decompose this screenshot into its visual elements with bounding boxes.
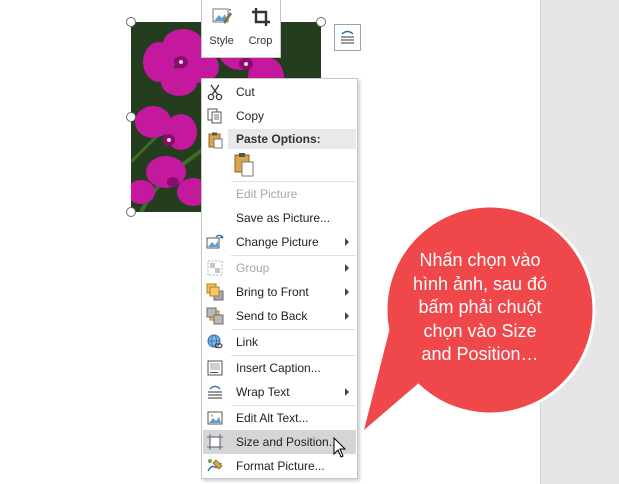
format-picture-icon [207, 459, 223, 472]
menu-item-label: Change Picture [236, 235, 319, 249]
callout-line: Nhấn chọn vào [419, 250, 541, 270]
menu-item-label: Send to Back [236, 309, 308, 323]
menu-item-change-picture[interactable]: Change Picture [203, 230, 356, 254]
resize-handle-left[interactable] [126, 112, 136, 122]
resize-handle-top-left[interactable] [126, 17, 136, 27]
paste-options-header: Paste Options: [228, 129, 356, 149]
change-picture-icon [206, 234, 224, 249]
submenu-arrow-icon [345, 388, 349, 396]
link-icon [207, 334, 223, 349]
insert-caption-icon [207, 360, 223, 376]
menu-item-edit-alt-text[interactable]: Edit Alt Text... [203, 406, 356, 430]
crop-label: Crop [248, 35, 273, 47]
bring-to-front-icon [206, 283, 224, 301]
menu-item-label: Format Picture... [236, 459, 325, 473]
style-label: Style [209, 35, 234, 47]
submenu-arrow-icon [345, 288, 349, 296]
paste-options-label: Paste Options: [236, 132, 321, 146]
menu-item-label: Size and Position... [236, 435, 339, 449]
callout-line: chọn vào Size [423, 320, 537, 341]
menu-item-send-to-back[interactable]: Send to Back [203, 304, 356, 328]
wrap-text-icon [208, 385, 222, 399]
menu-item-label: Save as Picture... [236, 211, 331, 225]
menu-item-cut[interactable]: Cut [203, 80, 356, 104]
context-menu: Cut Copy Paste Options: Edit Picture Sav… [201, 78, 358, 479]
size-and-position-icon [207, 434, 223, 450]
menu-item-label: Link [236, 335, 259, 349]
callout-line: and Position… [421, 344, 539, 364]
menu-item-label: Wrap Text [236, 385, 290, 399]
menu-item-label: Bring to Front [236, 285, 309, 299]
crop-button[interactable]: Crop [241, 0, 280, 57]
menu-item-label: Cut [236, 85, 255, 99]
submenu-arrow-icon [345, 264, 349, 272]
style-button[interactable]: Style [202, 0, 241, 57]
menu-item-copy[interactable]: Copy [203, 104, 356, 128]
menu-item-label: Group [236, 261, 270, 275]
group-icon [207, 260, 223, 276]
menu-item-label: Edit Alt Text... [236, 411, 309, 425]
menu-item-group: Group [203, 256, 356, 280]
picture-style-icon [212, 8, 232, 24]
menu-item-wrap-text[interactable]: Wrap Text [203, 380, 356, 404]
menu-item-label: Copy [236, 109, 265, 123]
mini-toolbar: Style Crop [201, 0, 281, 58]
mouse-cursor-icon [333, 437, 347, 458]
callout-text: Nhấn chọn vào hình ảnh, sau đó bấm phải … [375, 249, 585, 367]
send-to-back-icon [206, 307, 224, 325]
scissors-icon [207, 84, 223, 101]
menu-item-bring-to-front[interactable]: Bring to Front [203, 280, 356, 304]
paste-icon [208, 132, 223, 149]
submenu-arrow-icon [345, 312, 349, 320]
menu-item-edit-picture: Edit Picture [203, 182, 356, 206]
copy-icon [207, 108, 222, 124]
menu-item-link[interactable]: Link [203, 330, 356, 354]
callout-line: bấm phải chuột [418, 297, 542, 317]
menu-item-label: Insert Caption... [236, 361, 321, 375]
callout-line: hình ảnh, sau đó [412, 273, 548, 294]
layout-options-button[interactable] [334, 24, 361, 51]
menu-item-save-as-picture[interactable]: Save as Picture... [203, 206, 356, 230]
submenu-arrow-icon [345, 238, 349, 246]
menu-item-insert-caption[interactable]: Insert Caption... [203, 356, 356, 380]
menu-item-label: Edit Picture [236, 187, 298, 201]
alt-text-icon [207, 411, 223, 425]
crop-icon [251, 8, 270, 26]
resize-handle-top-right[interactable] [316, 17, 326, 27]
layout-options-icon [341, 30, 354, 44]
paste-keep-formatting-icon[interactable] [233, 152, 255, 178]
resize-handle-bottom-left[interactable] [126, 207, 136, 217]
